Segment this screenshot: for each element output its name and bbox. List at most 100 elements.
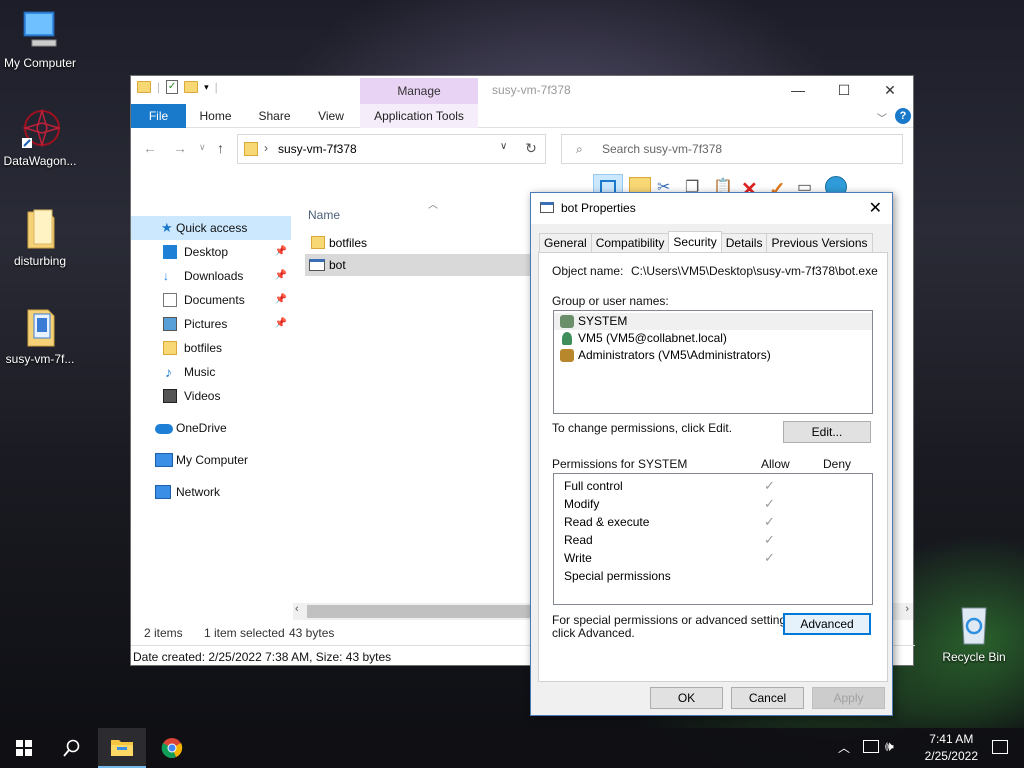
pin-icon[interactable]: 📌 xyxy=(275,240,287,264)
desktop-icon-disturbing[interactable]: disturbing xyxy=(0,208,80,268)
file-row[interactable]: bot xyxy=(305,254,535,276)
tab-details[interactable]: Details xyxy=(720,233,768,253)
taskbar-chrome[interactable] xyxy=(148,728,196,768)
help-icon[interactable]: ? xyxy=(895,108,911,124)
nav-item-downloads[interactable]: ↓ Downloads 📌 xyxy=(131,264,291,288)
change-permissions-text: To change permissions, click Edit. xyxy=(552,421,733,435)
tab-security[interactable]: Security xyxy=(668,231,722,253)
tab-view[interactable]: View xyxy=(309,104,353,128)
nav-item-onedrive[interactable]: OneDrive xyxy=(131,416,291,440)
group-name: VM5 (VM5@collabnet.local) xyxy=(578,331,727,345)
computer-icon xyxy=(20,10,60,52)
properties-icon[interactable]: ✓ xyxy=(166,80,179,94)
nav-item-botfiles[interactable]: botfiles xyxy=(131,336,291,360)
desktop-icon-recycle-bin[interactable]: Recycle Bin xyxy=(934,604,1014,664)
pin-icon[interactable]: 📌 xyxy=(275,288,287,312)
file-name: bot xyxy=(329,258,346,272)
forward-arrow-icon[interactable]: → xyxy=(173,140,187,156)
desktop-icon-my-computer[interactable]: My Computer xyxy=(0,10,80,70)
chevron-down-icon[interactable]: ∨ xyxy=(500,141,507,152)
refresh-icon[interactable]: ↻ xyxy=(519,140,543,160)
tab-home[interactable]: Home xyxy=(193,104,238,128)
nav-item-pictures[interactable]: Pictures 📌 xyxy=(131,312,291,336)
maximize-button[interactable]: ☐ xyxy=(821,76,867,104)
qat-dropdown-icon[interactable]: ▾ xyxy=(204,82,209,93)
tab-previous-versions[interactable]: Previous Versions xyxy=(766,233,873,253)
exe-icon xyxy=(309,259,325,271)
tab-share[interactable]: Share xyxy=(252,104,297,128)
pin-icon[interactable]: 📌 xyxy=(275,264,287,288)
permission-row: Write ✓ xyxy=(554,549,872,567)
tab-compatibility[interactable]: Compatibility xyxy=(590,233,670,253)
desktop-icon-label: disturbing xyxy=(13,254,67,268)
pin-icon[interactable]: 📌 xyxy=(275,312,287,336)
network-tray-icon[interactable] xyxy=(863,740,879,753)
address-bar[interactable]: › susy-vm-7f378 ∨ xyxy=(237,134,546,164)
advanced-button[interactable]: Advanced xyxy=(783,613,871,635)
scroll-left-icon[interactable]: ‹ xyxy=(295,603,299,615)
nav-item-label: botfiles xyxy=(184,341,223,355)
permission-name: Read xyxy=(564,533,593,547)
advanced-text: For special permissions or advanced sett… xyxy=(552,613,796,627)
nav-item-music[interactable]: ♪ Music xyxy=(131,360,291,384)
chevron-down-icon[interactable]: ∨ xyxy=(199,142,206,153)
ok-button[interactable]: OK xyxy=(650,687,723,709)
properties-dialog[interactable]: bot Properties ✕ General Compatibility S… xyxy=(530,192,893,716)
explorer-titlebar[interactable]: | ✓ ▾ | Manage susy-vm-7f378 — ☐ ✕ xyxy=(131,76,913,105)
file-row[interactable]: botfiles xyxy=(305,232,535,254)
scrollbar-thumb[interactable] xyxy=(307,605,537,618)
security-panel: Object name: C:\Users\VM5\Desktop\susy-v… xyxy=(538,252,888,682)
datawagon-icon xyxy=(20,108,62,150)
edit-button[interactable]: Edit... xyxy=(783,421,871,443)
tab-application-tools[interactable]: Application Tools xyxy=(360,104,478,128)
close-icon[interactable]: ✕ xyxy=(869,193,882,224)
tab-file[interactable]: File xyxy=(131,104,186,128)
tray-chevron-up-icon[interactable]: ︿ xyxy=(838,739,850,756)
search-input[interactable]: ⌕ Search susy-vm-7f378 xyxy=(561,134,903,164)
group-list[interactable]: SYSTEM VM5 (VM5@collabnet.local) Adminis… xyxy=(553,310,873,414)
nav-item-desktop[interactable]: Desktop 📌 xyxy=(131,240,291,264)
group-name: Administrators (VM5\Administrators) xyxy=(578,348,771,362)
desktop-icon-label: Recycle Bin xyxy=(942,650,1006,664)
up-arrow-icon[interactable]: ↑ xyxy=(217,140,224,156)
scroll-right-icon[interactable]: › xyxy=(905,603,909,615)
start-button[interactable] xyxy=(0,728,48,768)
desktop-icon-datawagon[interactable]: DataWagon... xyxy=(0,108,80,168)
folder-icon[interactable] xyxy=(137,81,151,93)
minimize-button[interactable]: — xyxy=(775,76,821,104)
download-icon: ↓ xyxy=(163,269,169,283)
permissions-list[interactable]: Full control ✓ Modify ✓ Read & execute ✓ Re… xyxy=(553,473,873,605)
close-button[interactable]: ✕ xyxy=(867,76,913,104)
nav-item-my-computer[interactable]: My Computer xyxy=(131,448,291,472)
new-folder-icon[interactable] xyxy=(184,81,199,93)
back-arrow-icon[interactable]: ← xyxy=(143,140,157,156)
notification-icon[interactable] xyxy=(992,740,1008,754)
cancel-button[interactable]: Cancel xyxy=(731,687,804,709)
taskbar-file-explorer[interactable] xyxy=(98,728,146,768)
chevron-down-icon[interactable]: ﹀ xyxy=(877,110,887,125)
ribbon-context-manage[interactable]: Manage xyxy=(360,78,478,105)
dialog-titlebar[interactable]: bot Properties ✕ xyxy=(531,193,892,224)
search-button[interactable] xyxy=(48,728,96,768)
column-header-name[interactable]: Name xyxy=(308,208,340,222)
nav-item-documents[interactable]: Documents 📌 xyxy=(131,288,291,312)
folder-icon xyxy=(311,236,325,249)
nav-item-quick-access[interactable]: ★ Quick access xyxy=(131,216,291,240)
desktop-icon-susy-vm[interactable]: susy-vm-7f... xyxy=(0,306,80,366)
volume-icon[interactable]: 🕪 xyxy=(885,738,894,755)
user-group-icon xyxy=(560,349,574,362)
apply-button[interactable]: Apply xyxy=(812,687,885,709)
nav-item-videos[interactable]: Videos xyxy=(131,384,291,408)
list-item[interactable]: Administrators (VM5\Administrators) xyxy=(554,347,872,364)
folder-icon xyxy=(20,306,60,348)
nav-item-label: Desktop xyxy=(184,245,229,259)
list-item[interactable]: SYSTEM xyxy=(554,313,872,330)
navigation-pane: ★ Quick access Desktop 📌 ↓ Downloads 📌 Docum… xyxy=(131,216,291,621)
tab-general[interactable]: General xyxy=(539,233,592,253)
nav-item-network[interactable]: Network xyxy=(131,480,291,504)
list-item[interactable]: VM5 (VM5@collabnet.local) xyxy=(554,330,872,347)
check-icon: ✓ xyxy=(764,514,775,529)
system-clock[interactable]: 7:41 AM 2/25/2022 xyxy=(925,731,978,765)
breadcrumb[interactable]: susy-vm-7f378 xyxy=(278,142,357,156)
permission-row: Modify ✓ xyxy=(554,495,872,513)
